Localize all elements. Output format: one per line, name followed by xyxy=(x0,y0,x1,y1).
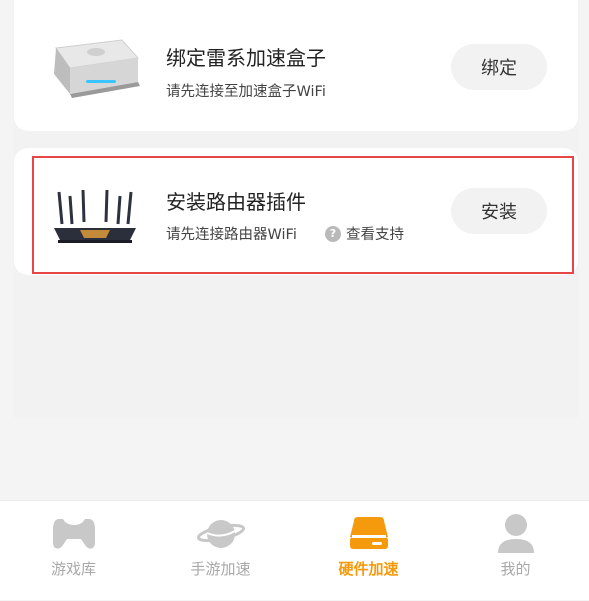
tab-label: 硬件加速 xyxy=(338,560,399,578)
tab-hardware-acceleration[interactable]: 硬件加速 xyxy=(295,501,442,601)
tab-my-profile[interactable]: 我的 xyxy=(442,501,589,601)
bottom-tab-bar: 游戏库 手游加速 硬件加速 我的 xyxy=(0,500,589,600)
accelerator-box-card: 绑定雷系加速盒子 请先连接至加速盒子WiFi 绑定 xyxy=(14,0,578,131)
card-subtitle: 请先连接路由器WiFi xyxy=(166,227,297,243)
tab-mobile-acceleration[interactable]: 手游加速 xyxy=(147,501,294,601)
card-title: 安装路由器插件 xyxy=(166,190,306,214)
bind-button[interactable]: 绑定 xyxy=(451,44,547,90)
card-title: 绑定雷系加速盒子 xyxy=(166,46,326,70)
router-plugin-card: 安装路由器插件 请先连接路由器WiFi ? 查看支持 安装 xyxy=(14,148,578,275)
router-image xyxy=(54,189,136,243)
hardware-box-icon xyxy=(349,517,388,549)
planet-icon xyxy=(196,520,245,548)
gamepad-icon xyxy=(52,519,95,549)
tab-label: 游戏库 xyxy=(50,560,96,578)
card-subtitle: 请先连接至加速盒子WiFi xyxy=(166,84,326,100)
view-support-label: 查看支持 xyxy=(346,227,404,243)
install-button[interactable]: 安装 xyxy=(451,188,547,234)
tab-game-library[interactable]: 游戏库 xyxy=(0,501,147,601)
tab-label: 我的 xyxy=(500,560,531,578)
accelerator-box-image xyxy=(54,39,140,98)
user-icon xyxy=(497,514,534,553)
view-support-link[interactable]: ? 查看支持 xyxy=(325,223,404,244)
tab-label: 手游加速 xyxy=(190,560,251,578)
question-circle-icon: ? xyxy=(325,225,341,242)
